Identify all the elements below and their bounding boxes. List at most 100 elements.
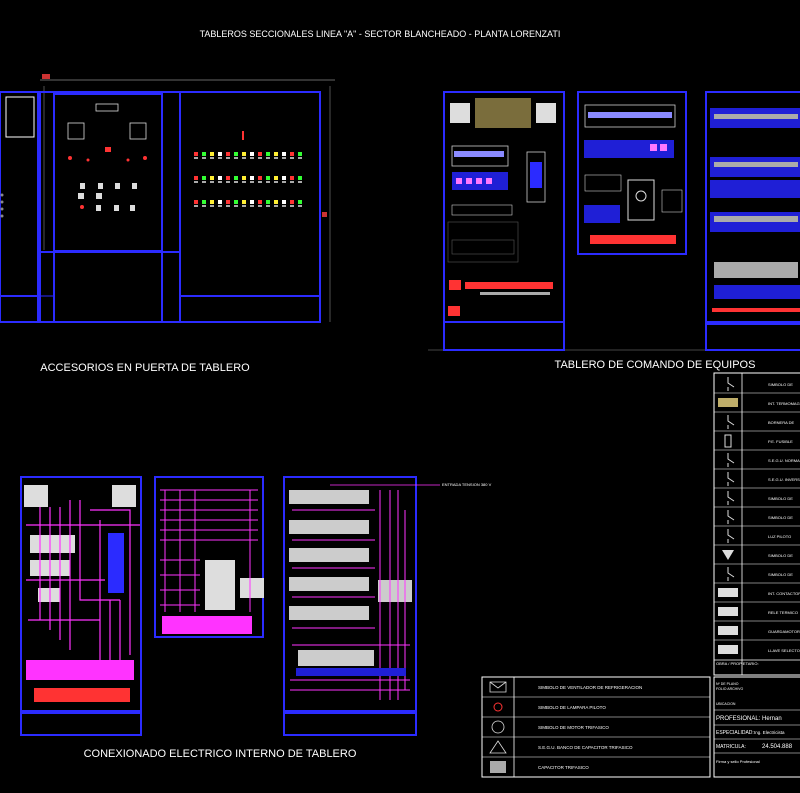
pilot-light bbox=[258, 176, 262, 180]
bornera-block-icon bbox=[718, 398, 738, 407]
pilot-light-base bbox=[194, 181, 198, 183]
command-board bbox=[428, 91, 800, 351]
pilot-light bbox=[258, 152, 262, 156]
pilot-light-base bbox=[242, 181, 246, 183]
pilot-light bbox=[210, 200, 214, 204]
contact-symbol-icon bbox=[727, 472, 735, 486]
pilot-light bbox=[282, 200, 286, 204]
lamp-symbol-icon bbox=[493, 702, 503, 712]
legend-label: INT. TERMOMAGNETICO bbox=[768, 401, 800, 406]
legend-label: RELE TERMICO bbox=[768, 610, 798, 615]
pilot-light-base bbox=[202, 181, 206, 183]
contact-symbol-icon bbox=[727, 529, 735, 543]
pilot-light-base bbox=[298, 205, 302, 207]
pilot-light-base bbox=[234, 181, 238, 183]
signature-label: Firma y sello Profesional bbox=[716, 759, 760, 764]
legend-label: LLAVE SELECTORA bbox=[768, 648, 800, 653]
switch-symbol-icon bbox=[727, 377, 735, 391]
pilot-light-base bbox=[266, 181, 270, 183]
pilot-light-base bbox=[250, 157, 254, 159]
specialty-value: Ing. Electricista bbox=[754, 730, 785, 735]
pilot-light-base bbox=[282, 157, 286, 159]
section-internal-wiring: CONEXIONADO ELECTRICO INTERNO DE TABLERO bbox=[84, 748, 357, 760]
pilot-light bbox=[242, 200, 246, 204]
section-command-board: TABLERO DE COMANDO DE EQUIPOS bbox=[555, 359, 756, 371]
contact-symbol-icon bbox=[727, 453, 735, 467]
contactor-block-icon bbox=[718, 588, 738, 597]
pilot-light bbox=[226, 176, 230, 180]
legend-label: CAPACITOR TRIFASICO bbox=[538, 765, 589, 770]
contact-symbol-icon bbox=[727, 491, 735, 505]
legend-label: SIMBOLO DE bbox=[768, 553, 793, 558]
legend-label: SIMBOLO DE bbox=[768, 515, 793, 520]
legend-label: S.E.G.U. BANCO DE CAPACITOR TRIFASICO bbox=[538, 745, 633, 750]
pilot-light bbox=[282, 152, 286, 156]
pilot-light bbox=[226, 152, 230, 156]
pilot-light-base bbox=[194, 205, 198, 207]
internal-wiring-boards: ENTRADA TENSION 380 V bbox=[20, 476, 492, 736]
section-door-accessories: ACCESORIOS EN PUERTA DE TABLERO bbox=[40, 362, 250, 374]
relay-block-icon bbox=[718, 607, 738, 616]
pilot-light bbox=[218, 200, 222, 204]
pilot-light bbox=[202, 176, 206, 180]
pilot-light-base bbox=[210, 205, 214, 207]
pilot-light bbox=[234, 200, 238, 204]
pilot-light bbox=[290, 152, 294, 156]
pilot-light bbox=[298, 200, 302, 204]
work-label: OBRA / PROPIETARIO: bbox=[716, 661, 759, 666]
specialty-label: ESPECIALIDAD: bbox=[716, 730, 754, 736]
pilot-light bbox=[242, 176, 246, 180]
file-label: FOLIO ARCHIVO bbox=[716, 687, 744, 691]
pilot-light bbox=[194, 176, 198, 180]
plan-label: Nº DE PLANO bbox=[716, 682, 739, 686]
pilot-light-rows bbox=[194, 152, 302, 207]
pilot-light-base bbox=[250, 181, 254, 183]
sheet-title: TABLEROS SECCIONALES LINEA "A" - SECTOR … bbox=[200, 29, 561, 39]
pilot-light-base bbox=[234, 205, 238, 207]
pilot-light bbox=[234, 152, 238, 156]
professional-label: PROFESIONAL: bbox=[716, 716, 761, 722]
pilot-light bbox=[194, 200, 198, 204]
professional-value: Hernan bbox=[762, 716, 782, 722]
cad-drawing-sheet: TABLEROS SECCIONALES LINEA "A" - SECTOR … bbox=[0, 29, 800, 778]
pilot-light bbox=[290, 200, 294, 204]
pilot-light-base bbox=[282, 205, 286, 207]
relay-block-icon bbox=[718, 645, 738, 654]
location-label: UBICACION bbox=[716, 702, 736, 706]
registration-label: MATRICULA: bbox=[716, 744, 746, 750]
pilot-light-base bbox=[242, 205, 246, 207]
pilot-light bbox=[218, 176, 222, 180]
relay-block-icon bbox=[718, 626, 738, 635]
pilot-light bbox=[274, 176, 278, 180]
legend-label: S.E.G.U. INVERSOR bbox=[768, 477, 800, 482]
legend-label: SIMBOLO DE VENTILADOR DE REFRIGERACION bbox=[538, 685, 642, 690]
pilot-light-base bbox=[194, 157, 198, 159]
pilot-light-base bbox=[274, 181, 278, 183]
pilot-light bbox=[234, 176, 238, 180]
pilot-light-base bbox=[234, 157, 238, 159]
title-block: OBRA / PROPIETARIO: Nº DE PLANO FOLIO AR… bbox=[713, 661, 800, 778]
pilot-light-base bbox=[298, 157, 302, 159]
legend-label: P.E. FUSIBLE bbox=[768, 439, 793, 444]
pilot-light bbox=[250, 176, 254, 180]
pilot-light bbox=[250, 200, 254, 204]
fuse-icon bbox=[724, 434, 732, 448]
pilot-light bbox=[266, 176, 270, 180]
pilot-light bbox=[290, 176, 294, 180]
pilot-light-base bbox=[282, 181, 286, 183]
pilot-light-base bbox=[258, 181, 262, 183]
pilot-light-base bbox=[258, 157, 262, 159]
pilot-light bbox=[194, 152, 198, 156]
motor-symbol-icon bbox=[491, 720, 505, 734]
pilot-light-base bbox=[202, 205, 206, 207]
pilot-light-base bbox=[210, 181, 214, 183]
pilot-light bbox=[266, 200, 270, 204]
bornera-red-icon bbox=[727, 415, 735, 429]
pilot-light-base bbox=[266, 157, 270, 159]
pilot-light bbox=[202, 152, 206, 156]
pilot-light bbox=[258, 200, 262, 204]
legend-label: BORNERA DE bbox=[768, 420, 795, 425]
wire-tag: ENTRADA TENSION 380 V bbox=[442, 482, 492, 487]
symbol-legend: SIMBOLO DE INT. TERMOMAGNETICO BORNERA DE P… bbox=[713, 372, 800, 676]
capacitor-bank-icon bbox=[490, 761, 506, 773]
